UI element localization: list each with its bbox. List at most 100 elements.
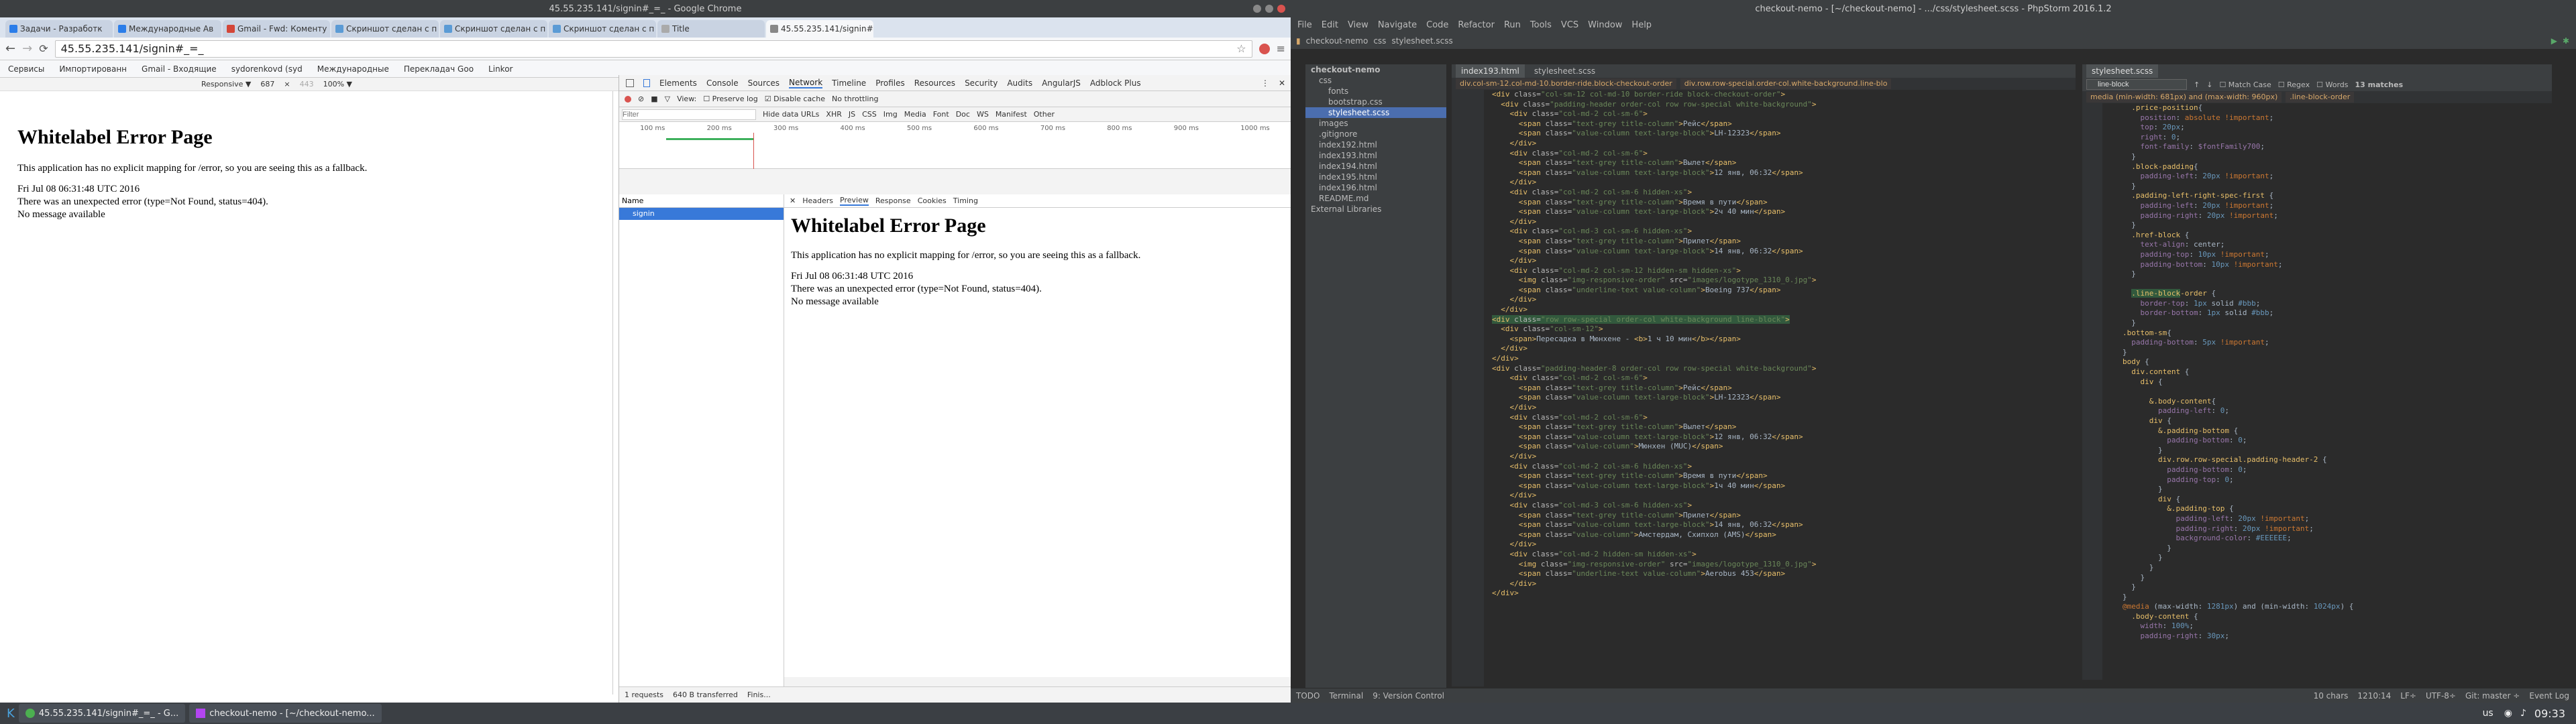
device-icon[interactable] bbox=[643, 78, 650, 87]
tab-response[interactable]: Response bbox=[875, 196, 911, 205]
html-code[interactable]: <div class="col-sm-12 col-md-10 border-r… bbox=[1452, 90, 2076, 686]
minimize-icon[interactable] bbox=[1253, 5, 1261, 13]
height-input[interactable]: 443 bbox=[300, 80, 314, 88]
disable-cache-checkbox[interactable]: ☑ Disable cache bbox=[765, 95, 825, 103]
filter-css[interactable]: CSS bbox=[862, 110, 877, 119]
tree-folder[interactable]: fonts bbox=[1305, 86, 1446, 97]
editor-tab-html[interactable]: index193.html bbox=[1456, 64, 1525, 78]
tab-profiles[interactable]: Profiles bbox=[875, 78, 905, 88]
keyboard-layout[interactable]: us bbox=[2483, 708, 2493, 719]
menu-refactor[interactable]: Refactor bbox=[1458, 20, 1495, 30]
scss-code[interactable]: .price-position{ position: absolute !imp… bbox=[2082, 103, 2552, 680]
scss-editor[interactable]: stylesheet.scss ↑ ↓ ☐ Match Case ☐ Regex… bbox=[2082, 64, 2552, 695]
star-icon[interactable]: ☆ bbox=[1236, 42, 1246, 55]
extension-icon[interactable] bbox=[1258, 43, 1270, 54]
prev-match-icon[interactable]: ↑ bbox=[2194, 80, 2200, 89]
reload-icon[interactable]: ⟳ bbox=[39, 42, 48, 55]
nav-crumb[interactable]: css bbox=[1373, 36, 1386, 46]
tree-file[interactable]: index194.html bbox=[1305, 161, 1446, 172]
clear-icon[interactable]: ⊘ bbox=[638, 95, 644, 103]
browser-tab[interactable]: Title bbox=[657, 20, 765, 38]
tree-libraries[interactable]: External Libraries bbox=[1305, 204, 1446, 215]
tree-file[interactable]: index193.html bbox=[1305, 150, 1446, 161]
browser-tab[interactable]: Скриншот сделан с п bbox=[440, 20, 547, 38]
volume-icon[interactable]: ♪ bbox=[2520, 708, 2526, 719]
browser-tab[interactable]: Скриншот сделан с п bbox=[331, 20, 439, 38]
back-icon[interactable]: ← bbox=[5, 42, 15, 56]
tree-root[interactable]: checkout-nemo bbox=[1305, 64, 1446, 75]
inspect-icon[interactable] bbox=[626, 78, 634, 87]
filter-icon[interactable]: ▽ bbox=[665, 95, 670, 103]
browser-tab[interactable]: Международные Ав bbox=[114, 20, 221, 38]
hide-data-urls-checkbox[interactable]: Hide data URLs bbox=[763, 110, 819, 119]
tab-console[interactable]: Console bbox=[706, 78, 739, 88]
maximize-icon[interactable] bbox=[1265, 5, 1273, 13]
html-crumb[interactable]: div.row.row-special.order-col.white-back… bbox=[1680, 78, 1892, 89]
browser-tab[interactable]: Задачи - Разработк bbox=[5, 20, 113, 38]
words-checkbox[interactable]: ☐ Words bbox=[2316, 80, 2348, 89]
bookmark[interactable]: Gmail - Входящие bbox=[142, 64, 217, 74]
devtools-close-icon[interactable]: ✕ bbox=[1279, 78, 1285, 88]
bookmark[interactable]: Международные bbox=[317, 64, 389, 74]
tree-file[interactable]: index196.html bbox=[1305, 182, 1446, 193]
responsive-select[interactable]: Responsive ▼ bbox=[201, 80, 251, 88]
tree-file[interactable]: index195.html bbox=[1305, 172, 1446, 182]
bookmark-apps[interactable]: Сервисы bbox=[8, 64, 44, 74]
menu-vcs[interactable]: VCS bbox=[1561, 20, 1578, 30]
filter-doc[interactable]: Doc bbox=[956, 110, 970, 119]
tab-sources[interactable]: Sources bbox=[748, 78, 780, 88]
network-icon[interactable]: ◉ bbox=[2504, 708, 2512, 719]
tree-file[interactable]: index192.html bbox=[1305, 139, 1446, 150]
camera-icon[interactable]: ■ bbox=[651, 95, 657, 103]
tree-file[interactable]: .gitignore bbox=[1305, 129, 1446, 139]
tab-audits[interactable]: Audits bbox=[1007, 78, 1032, 88]
tab-angularjs[interactable]: AngularJS bbox=[1042, 78, 1081, 88]
width-input[interactable]: 687 bbox=[260, 80, 274, 88]
menu-window[interactable]: Window bbox=[1588, 20, 1622, 30]
cursor-position[interactable]: 1210:14 bbox=[2357, 691, 2391, 701]
scss-crumb[interactable]: .line-block-order bbox=[2286, 92, 2355, 103]
filter-input[interactable] bbox=[622, 109, 756, 120]
record-icon[interactable] bbox=[625, 95, 631, 103]
bookmark[interactable]: Импортированн bbox=[59, 64, 127, 74]
tree-file[interactable]: README.md bbox=[1305, 193, 1446, 204]
browser-tab-active[interactable]: 45.55.235.141/signin# bbox=[766, 20, 873, 38]
search-input[interactable] bbox=[2086, 79, 2187, 90]
menu-tools[interactable]: Tools bbox=[1530, 20, 1552, 30]
match-case-checkbox[interactable]: ☐ Match Case bbox=[2219, 80, 2271, 89]
filter-img[interactable]: Img bbox=[883, 110, 898, 119]
encoding[interactable]: UTF-8÷ bbox=[2426, 691, 2456, 701]
filter-other[interactable]: Other bbox=[1034, 110, 1055, 119]
filter-js[interactable]: JS bbox=[849, 110, 855, 119]
filter-media[interactable]: Media bbox=[904, 110, 926, 119]
bookmark[interactable]: sydorenkovd (syd bbox=[231, 64, 303, 74]
throttling-select[interactable]: No throttling bbox=[832, 95, 878, 103]
menu-help[interactable]: Help bbox=[1631, 20, 1652, 30]
tab-timing[interactable]: Timing bbox=[953, 196, 978, 205]
browser-tab[interactable]: Gmail - Fwd: Коменту bbox=[223, 20, 330, 38]
todo-tool[interactable]: TODO bbox=[1296, 691, 1320, 701]
bookmark[interactable]: Linkor bbox=[488, 64, 513, 74]
terminal-tool[interactable]: Terminal bbox=[1329, 691, 1363, 701]
menu-edit[interactable]: Edit bbox=[1322, 20, 1338, 30]
next-match-icon[interactable]: ↓ bbox=[2206, 80, 2212, 89]
url-input[interactable]: 45.55.235.141/signin#_=_ ☆ bbox=[54, 40, 1252, 58]
tree-folder[interactable]: images bbox=[1305, 118, 1446, 129]
menu-view[interactable]: View bbox=[1348, 20, 1368, 30]
name-column-header[interactable]: Name bbox=[619, 194, 784, 208]
filter-font[interactable]: Font bbox=[933, 110, 949, 119]
line-separator[interactable]: LF÷ bbox=[2400, 691, 2416, 701]
start-menu-icon[interactable]: K bbox=[7, 707, 15, 721]
event-log[interactable]: Event Log bbox=[2529, 691, 2569, 701]
close-icon[interactable] bbox=[1277, 5, 1285, 13]
tab-resources[interactable]: Resources bbox=[914, 78, 955, 88]
html-editor[interactable]: index193.html stylesheet.scss div.col-sm… bbox=[1452, 64, 2076, 695]
browser-tab[interactable]: Скриншот сделан с п bbox=[549, 20, 656, 38]
task-phpstorm[interactable]: checkout-nemo - [~/checkout-nemo... bbox=[189, 704, 382, 723]
request-row[interactable]: signin bbox=[619, 208, 784, 220]
html-crumb[interactable]: div.col-sm-12.col-md-10.border-ride.bloc… bbox=[1456, 78, 1676, 89]
nav-crumb[interactable]: stylesheet.scss bbox=[1391, 36, 1452, 46]
tab-security[interactable]: Security bbox=[965, 78, 998, 88]
forward-icon[interactable]: → bbox=[22, 42, 32, 56]
nav-crumb[interactable]: checkout-nemo bbox=[1306, 36, 1368, 46]
